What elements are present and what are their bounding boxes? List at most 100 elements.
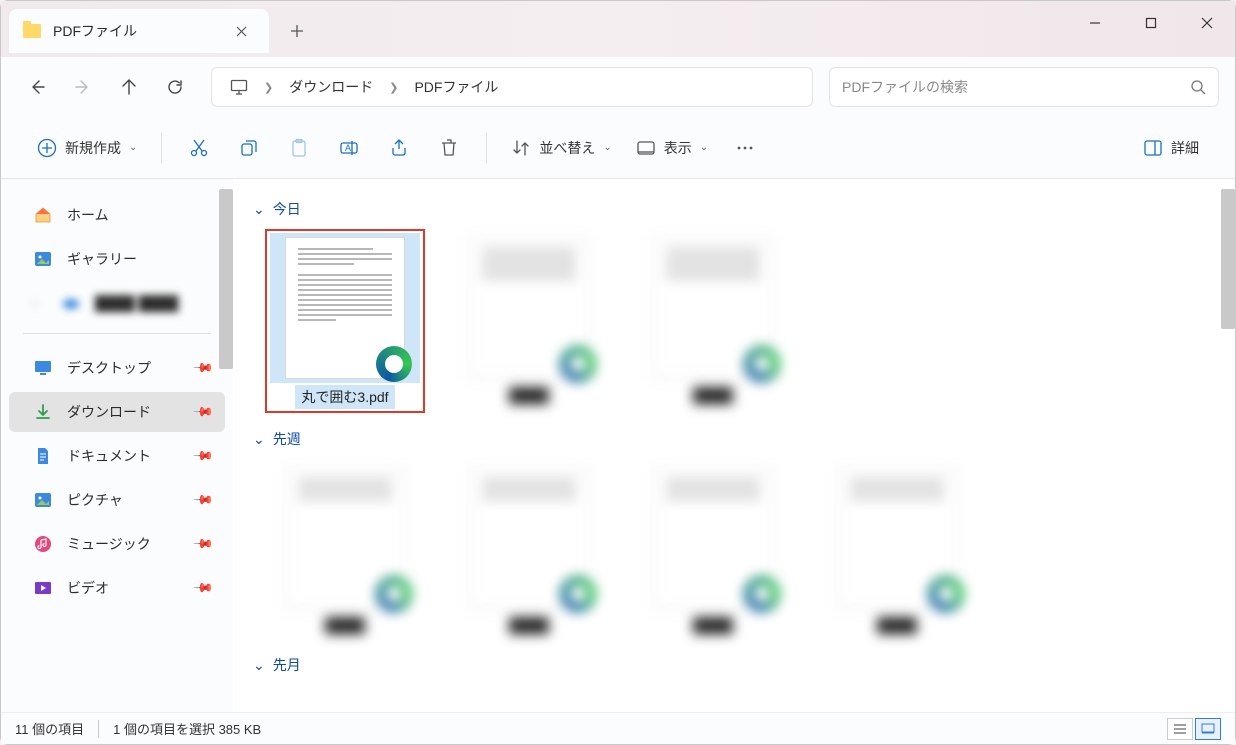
sidebar-label: ホーム bbox=[67, 205, 109, 225]
group-header-lastweek[interactable]: ⌄ 先週 bbox=[253, 429, 1215, 449]
group-label: 先月 bbox=[273, 655, 301, 675]
gallery-icon bbox=[33, 249, 53, 269]
pdf-thumbnail bbox=[285, 237, 405, 379]
thumbnail-wrap bbox=[270, 233, 420, 383]
window-close-button[interactable] bbox=[1179, 1, 1235, 45]
minimize-button[interactable] bbox=[1067, 1, 1123, 45]
sidebar-scrollbar[interactable] bbox=[219, 189, 233, 369]
maximize-icon bbox=[1145, 17, 1157, 29]
chevron-right-icon[interactable]: ❯ bbox=[387, 81, 400, 94]
file-item[interactable]: ████ bbox=[265, 459, 425, 639]
maximize-button[interactable] bbox=[1123, 1, 1179, 45]
rename-button[interactable]: A bbox=[326, 128, 372, 168]
breadcrumb-current[interactable]: PDFファイル bbox=[404, 73, 508, 101]
music-icon bbox=[33, 534, 53, 554]
details-button[interactable]: 詳細 bbox=[1133, 128, 1209, 168]
file-grid-lastweek: ████ ████ ████ ████ bbox=[265, 459, 1215, 639]
navigation-pane: ホーム ギャラリー › ████ ████ デスクトップ 📌 ダウンロード 📌 … bbox=[1, 179, 233, 712]
breadcrumb-downloads[interactable]: ダウンロード bbox=[279, 73, 383, 101]
view-button[interactable]: 表示 ⌄ bbox=[626, 128, 718, 168]
separator bbox=[98, 720, 99, 738]
sidebar-label: ドキュメント bbox=[67, 446, 151, 466]
close-icon bbox=[236, 26, 247, 37]
separator bbox=[161, 133, 162, 163]
file-item[interactable]: ████ bbox=[633, 229, 793, 413]
sidebar-label: ミュージック bbox=[67, 534, 151, 554]
pictures-icon bbox=[33, 490, 53, 510]
share-button[interactable] bbox=[376, 128, 422, 168]
cut-button[interactable] bbox=[176, 128, 222, 168]
list-icon bbox=[1173, 723, 1187, 735]
forward-button[interactable] bbox=[63, 67, 103, 107]
pin-icon: 📌 bbox=[192, 401, 215, 424]
chevron-down-icon: ⌄ bbox=[253, 431, 265, 448]
copy-button[interactable] bbox=[226, 128, 272, 168]
details-label: 詳細 bbox=[1171, 138, 1199, 158]
content-area: ホーム ギャラリー › ████ ████ デスクトップ 📌 ダウンロード 📌 … bbox=[1, 179, 1235, 712]
desktop-icon bbox=[33, 358, 53, 378]
file-item[interactable]: ████ bbox=[449, 459, 609, 639]
sidebar-label: ピクチャ bbox=[67, 490, 123, 510]
breadcrumb-root[interactable] bbox=[220, 75, 258, 99]
cut-icon bbox=[189, 138, 209, 158]
sidebar-item-documents[interactable]: ドキュメント 📌 bbox=[9, 436, 225, 476]
sidebar-item-downloads[interactable]: ダウンロード 📌 bbox=[9, 392, 225, 432]
close-icon bbox=[1201, 17, 1213, 29]
pin-icon: 📌 bbox=[192, 489, 215, 512]
refresh-icon bbox=[166, 78, 184, 96]
separator bbox=[23, 333, 211, 334]
thumbnails-view-button[interactable] bbox=[1195, 718, 1221, 740]
file-item[interactable]: ████ bbox=[817, 459, 977, 639]
monitor-icon bbox=[230, 79, 248, 95]
arrow-right-icon bbox=[74, 78, 92, 96]
sort-label: 並べ替え bbox=[539, 138, 595, 158]
new-button[interactable]: 新規作成 ⌄ bbox=[27, 128, 147, 168]
sort-button[interactable]: 並べ替え ⌄ bbox=[501, 128, 621, 168]
sidebar-item-blurred[interactable]: › ████ ████ bbox=[9, 283, 225, 323]
home-icon bbox=[33, 205, 53, 225]
up-button[interactable] bbox=[109, 67, 149, 107]
details-view-button[interactable] bbox=[1167, 718, 1193, 740]
sidebar-item-desktop[interactable]: デスクトップ 📌 bbox=[9, 348, 225, 388]
grid-icon bbox=[1201, 723, 1215, 735]
file-item[interactable]: ████ bbox=[633, 459, 793, 639]
copy-icon bbox=[239, 138, 259, 158]
breadcrumb[interactable]: ❯ ダウンロード ❯ PDFファイル bbox=[211, 67, 813, 107]
chevron-down-icon: ⌄ bbox=[253, 657, 265, 674]
chevron-down-icon: ⌄ bbox=[700, 142, 708, 153]
search-input[interactable] bbox=[842, 79, 1190, 95]
pin-icon: 📌 bbox=[192, 577, 215, 600]
cloud-icon bbox=[61, 293, 81, 313]
sidebar-item-pictures[interactable]: ピクチャ 📌 bbox=[9, 480, 225, 520]
group-header-lastmonth[interactable]: ⌄ 先月 bbox=[253, 655, 1215, 675]
back-button[interactable] bbox=[17, 67, 57, 107]
file-list-pane: ⌄ 今日 丸で囲む3.pdf ████ bbox=[233, 179, 1235, 712]
sidebar-item-music[interactable]: ミュージック 📌 bbox=[9, 524, 225, 564]
main-scrollbar[interactable] bbox=[1221, 189, 1235, 329]
tab-active[interactable]: PDFファイル bbox=[9, 9, 269, 53]
file-grid-today: 丸で囲む3.pdf ████ ████ bbox=[265, 229, 1215, 413]
chevron-down-icon: ⌄ bbox=[253, 201, 265, 218]
file-item[interactable]: ████ bbox=[449, 229, 609, 413]
sidebar-item-videos[interactable]: ビデオ 📌 bbox=[9, 568, 225, 608]
status-item-count: 11 個の項目 bbox=[15, 719, 84, 738]
search-box[interactable] bbox=[829, 67, 1219, 107]
tab-close-button[interactable] bbox=[227, 17, 255, 45]
chevron-right-icon[interactable]: ❯ bbox=[262, 81, 275, 94]
new-tab-button[interactable] bbox=[279, 13, 315, 49]
refresh-button[interactable] bbox=[155, 67, 195, 107]
file-item-selected[interactable]: 丸で囲む3.pdf bbox=[265, 229, 425, 413]
more-button[interactable] bbox=[722, 128, 768, 168]
plus-icon bbox=[290, 24, 304, 38]
toolbar: 新規作成 ⌄ A 並べ替え ⌄ 表示 ⌄ 詳細 bbox=[1, 117, 1235, 179]
delete-button[interactable] bbox=[426, 128, 472, 168]
status-bar: 11 個の項目 1 個の項目を選択 385 KB bbox=[1, 712, 1235, 744]
chevron-right-icon: › bbox=[23, 296, 47, 310]
sidebar-item-home[interactable]: ホーム bbox=[9, 195, 225, 235]
sort-icon bbox=[511, 138, 531, 158]
separator bbox=[486, 133, 487, 163]
paste-button[interactable] bbox=[276, 128, 322, 168]
search-icon bbox=[1190, 79, 1206, 95]
sidebar-item-gallery[interactable]: ギャラリー bbox=[9, 239, 225, 279]
group-header-today[interactable]: ⌄ 今日 bbox=[253, 199, 1215, 219]
